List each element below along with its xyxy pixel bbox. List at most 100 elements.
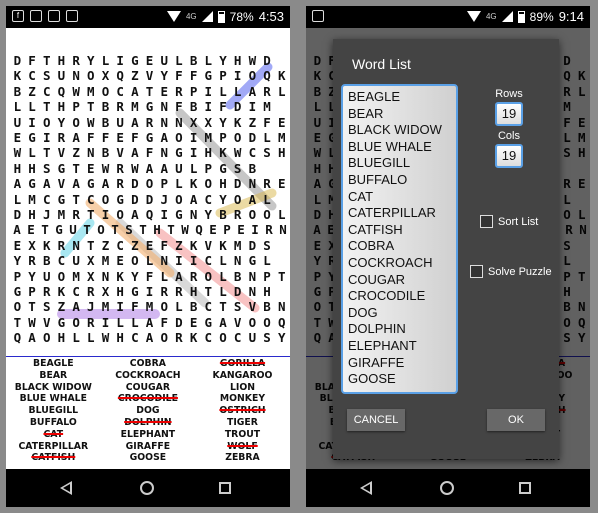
puzzle-grid[interactable]: DFTHRYLIGEULBLYHWDKCSUNOXQZVYFFGPIOQKBZC… xyxy=(10,53,290,345)
cols-input[interactable]: 19 xyxy=(495,144,523,168)
grid-row: GPRKCRXHGIRRHTLDNH xyxy=(13,284,271,299)
navigation-bar xyxy=(306,469,590,507)
status-bar: 4G 89% 9:14 xyxy=(306,6,590,28)
word-item: OSTRICH xyxy=(219,405,266,417)
word-item: CATERPILLAR xyxy=(18,440,89,452)
grid-row: WLTVZNBVAFNGIHKWCSH xyxy=(13,145,286,161)
word-list-box[interactable]: BEAGLE BEAR BLACK WIDOW BLUE WHALE BLUEGILL B… xyxy=(341,84,458,394)
grid-row: OTSZAJMIFMOLBCTSVBN xyxy=(13,299,286,315)
dialog-word-item[interactable]: COBRA xyxy=(348,238,456,255)
word-item: TROUT xyxy=(224,428,261,440)
rows-label: Rows xyxy=(495,88,523,100)
clock: 9:14 xyxy=(558,9,584,24)
dialog-word-item[interactable]: CATFISH xyxy=(348,222,456,239)
dialog-word-item[interactable]: CATERPILLAR xyxy=(348,205,456,222)
grid-row: HHSGTEWRWAAULPGSB xyxy=(13,160,257,176)
grid-row: QAOHLLWHCAORKCOCUSY xyxy=(13,330,286,346)
dialog-title: Word List xyxy=(352,56,411,72)
wifi-icon xyxy=(466,11,481,22)
grid-row: EXKRNTZCZEFZKVKMDS xyxy=(13,237,271,253)
grid-row: LMCGTCOGDDJOACYOAL xyxy=(13,191,271,207)
cols-label: Cols xyxy=(497,130,520,142)
word-item: GIRAFFE xyxy=(125,440,171,452)
home-icon[interactable] xyxy=(440,481,454,495)
word-item: BEAR xyxy=(39,369,68,381)
word-column-3: GORILLAKANGAROOLIONMONKEYOSTRICHTIGERTRO… xyxy=(195,358,290,464)
word-item: TIGER xyxy=(227,416,258,428)
dialog-word-item[interactable]: BLUEGILL xyxy=(348,155,456,172)
word-item: CROCODILE xyxy=(117,393,178,405)
back-icon[interactable] xyxy=(360,481,372,495)
grid-row: EGIRAFFEFGAOIMPODLM xyxy=(13,130,286,145)
notification-icon xyxy=(66,10,78,22)
rows-input[interactable]: 19 xyxy=(495,102,523,126)
dialog-word-item[interactable]: COUGAR xyxy=(348,272,456,289)
grid-row: AETGUTOTSTHTWQEPEIRN xyxy=(13,222,287,238)
dialog-word-item[interactable]: BLACK WIDOW xyxy=(348,122,456,139)
image-icon xyxy=(30,10,42,22)
word-item: COCKROACH xyxy=(115,369,181,381)
word-item: ELEPHANT xyxy=(120,428,176,440)
battery-icon xyxy=(517,10,525,23)
android-icon xyxy=(48,10,60,22)
word-column-2: COBRACOCKROACHCOUGARCROCODILEDOGDOLPHINE… xyxy=(101,358,196,464)
battery-percent: 89% xyxy=(529,9,554,24)
word-item: COBRA xyxy=(129,358,166,369)
grid-row: AGAVAGARDOPLKOHDNRE xyxy=(13,176,286,192)
recent-apps-icon[interactable] xyxy=(519,482,531,494)
recent-apps-icon[interactable] xyxy=(219,482,231,494)
grid-row: UIOYOWBUARNNXXYKZFE xyxy=(13,114,286,130)
word-item: BLACK WIDOW xyxy=(14,381,92,393)
left-screen: f 4G 78% 4:53 DFTHRYLIGEULBLYHWDKCSUNOXQ… xyxy=(6,6,290,507)
sort-list-option[interactable]: Sort List xyxy=(480,215,538,228)
dialog-word-item[interactable]: COCKROACH xyxy=(348,255,456,272)
word-item: BLUE WHALE xyxy=(19,393,87,405)
dialog-word-item[interactable]: BLUE WHALE xyxy=(348,139,456,156)
word-list-dialog: Word List BEAGLE BEAR BLACK WIDOW BLUE WHAL… xyxy=(333,39,559,459)
dialog-word-item[interactable]: GOOSE xyxy=(348,371,456,388)
solve-puzzle-option[interactable]: Solve Puzzle xyxy=(470,265,552,278)
ok-button[interactable]: OK xyxy=(487,409,545,431)
facebook-icon: f xyxy=(12,10,24,22)
clock: 4:53 xyxy=(258,9,284,24)
word-item: KANGAROO xyxy=(212,369,273,381)
word-item: COUGAR xyxy=(125,381,171,393)
navigation-bar xyxy=(6,469,290,507)
sort-list-label: Sort List xyxy=(498,215,539,228)
grid-row: TWVGORILLAFDEGAVOOQ xyxy=(13,314,286,330)
dialog-word-item[interactable]: CAT xyxy=(348,189,456,206)
dialog-word-item[interactable]: DOLPHIN xyxy=(348,321,456,338)
solve-puzzle-label: Solve Puzzle xyxy=(488,265,552,278)
word-list: BEAGLE BEAR BLACK WIDOW BLUE WHALE BLUEGILL B… xyxy=(6,358,290,464)
word-item: BUFFALO xyxy=(29,416,77,428)
dialog-word-item[interactable]: GIRAFFE xyxy=(348,355,456,372)
cancel-button[interactable]: CANCEL xyxy=(347,409,405,431)
solve-puzzle-checkbox[interactable] xyxy=(470,265,483,278)
grid-row: DHJMRTIOAQIGNYBROOL xyxy=(13,207,286,222)
dialog-word-item[interactable]: DOG xyxy=(348,305,456,322)
word-item: CATFISH xyxy=(31,452,76,464)
divider xyxy=(6,356,290,357)
dialog-word-item[interactable]: CROCODILE xyxy=(348,288,456,305)
word-item: CAT xyxy=(43,428,64,440)
word-column-1: BEAGLEBEARBLACK WIDOWBLUE WHALEBLUEGILLB… xyxy=(6,358,101,464)
home-icon[interactable] xyxy=(140,481,154,495)
dialog-word-item[interactable]: ELEPHANT xyxy=(348,338,456,355)
word-item: MONKEY xyxy=(219,393,266,405)
word-item: WOLF xyxy=(227,440,258,452)
word-item: ZEBRA xyxy=(225,452,260,464)
sort-list-checkbox[interactable] xyxy=(480,215,493,228)
dialog-word-item[interactable]: BEAR xyxy=(348,106,456,123)
grid-row: BZCQWMOCATERPILLARL xyxy=(13,83,286,99)
signal-icon xyxy=(501,11,513,22)
word-item: DOG xyxy=(136,405,160,417)
status-bar: f 4G 78% 4:53 xyxy=(6,6,290,28)
right-screen: 4G 89% 9:14 DFTHRYLIGEULBLYHWDKCSUNOXQZV… xyxy=(306,6,590,507)
back-icon[interactable] xyxy=(60,481,72,495)
dialog-word-item[interactable]: BEAGLE xyxy=(348,89,456,106)
lte-icon: 4G xyxy=(185,12,197,21)
grid-row: LLTHPTBRMGNFBIFDIM xyxy=(13,99,271,115)
signal-icon xyxy=(201,11,213,22)
wifi-icon xyxy=(166,11,181,22)
dialog-word-item[interactable]: BUFFALO xyxy=(348,172,456,189)
